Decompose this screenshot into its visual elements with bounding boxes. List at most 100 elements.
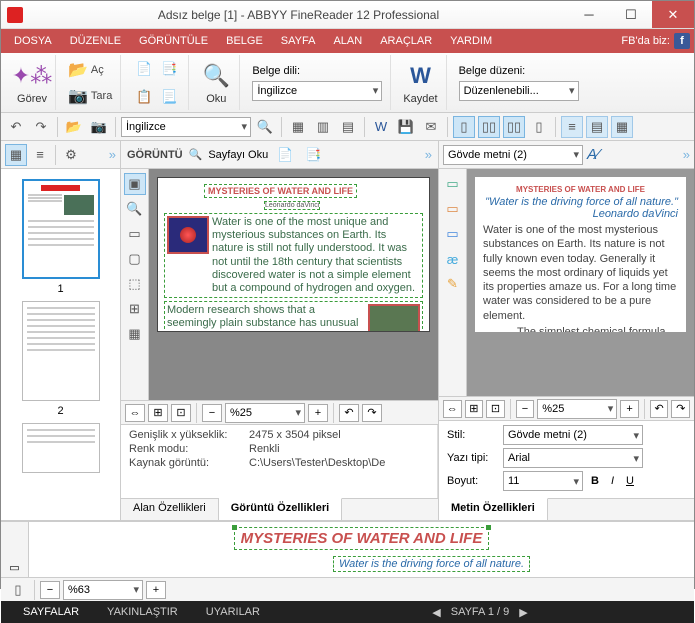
read-tb-button[interactable]: 🔍	[254, 116, 276, 138]
r-fit-width[interactable]: ⇔	[443, 400, 462, 418]
tab-text-props[interactable]: Metin Özellikleri	[439, 498, 548, 520]
actual-size-btn[interactable]: ⊡	[171, 404, 191, 422]
r-zoom-combo[interactable]: %25	[537, 399, 617, 419]
list-view-btn[interactable]: ≡	[29, 144, 51, 166]
undo-button[interactable]: ↶	[5, 116, 27, 138]
r-fit-page[interactable]: ⊞	[465, 400, 484, 418]
expand-left-icon[interactable]: »	[109, 147, 116, 162]
doclang-combo[interactable]: İngilizce	[252, 81, 382, 101]
tool-area-1[interactable]: ▭	[124, 223, 146, 245]
task-icon[interactable]: ✦⁂	[17, 61, 47, 91]
image-viewport[interactable]: MYSTERIES OF WATER AND LIFE Leonardo daV…	[149, 169, 438, 400]
r-rotate-r[interactable]: ↷	[671, 400, 690, 418]
page-author-box[interactable]: Leonardo daVinci	[264, 201, 320, 210]
rotate-right-btn[interactable]: ↷	[362, 404, 382, 422]
image-block-1[interactable]	[167, 216, 209, 254]
bottom-tool[interactable]: ▭	[9, 561, 19, 574]
status-zoom[interactable]: YAKINLAŞTIR	[93, 606, 192, 618]
page-next[interactable]: ▶	[519, 606, 527, 619]
zoom-in-btn[interactable]: +	[308, 404, 328, 422]
scan-button[interactable]: 📷Tara	[68, 86, 112, 106]
zoom-title[interactable]: MYSTERIES OF WATER AND LIFE	[234, 527, 490, 550]
menu-view[interactable]: GÖRÜNTÜLE	[130, 29, 217, 53]
readpage-label[interactable]: Sayfayı Oku	[208, 149, 268, 161]
rtool-5[interactable]: ✎	[442, 273, 464, 295]
scan-tb-button[interactable]: 📷	[88, 116, 110, 138]
style-combo[interactable]: Gövde metni (2)	[503, 425, 643, 445]
maximize-button[interactable]: ☐	[610, 1, 652, 28]
ribbon-tool-2[interactable]: 📑	[158, 58, 180, 80]
save-btn-2[interactable]: 💾	[395, 116, 417, 138]
bold-btn[interactable]: B	[587, 475, 603, 487]
ribbon-tool-1[interactable]: 📄	[133, 58, 155, 80]
font-style-icon[interactable]: A⁄	[587, 146, 600, 163]
thumbnail-3[interactable]	[22, 423, 100, 473]
ribbon-tool-3[interactable]: 📋	[133, 86, 155, 108]
text-block-1[interactable]: Water is one of the most unique and myst…	[164, 213, 423, 298]
thumb-view-btn[interactable]: ▦	[5, 144, 27, 166]
save-word-icon[interactable]: W	[405, 61, 435, 91]
page-prev[interactable]: ◀	[432, 606, 440, 619]
pane-btn-2[interactable]: ▤	[586, 116, 608, 138]
expand-mid-icon[interactable]: »	[425, 147, 432, 162]
expand-right-icon[interactable]: »	[683, 147, 690, 162]
pane-btn-3[interactable]: ▦	[611, 116, 633, 138]
menu-area[interactable]: ALAN	[324, 29, 371, 53]
layout-combo[interactable]: Düzenlenebili...	[459, 81, 579, 101]
open-button[interactable]: 📂Aç	[68, 60, 104, 80]
layout-btn-2[interactable]: ▥	[312, 116, 334, 138]
style-combo-hdr[interactable]: Gövde metni (2)	[443, 145, 583, 165]
tab-image-props[interactable]: Görüntü Özellikleri	[219, 498, 342, 520]
redo-button[interactable]: ↷	[30, 116, 52, 138]
rtool-2[interactable]: ▭	[442, 198, 464, 220]
thumbnail-2[interactable]	[22, 301, 100, 401]
thumbnail-1[interactable]	[22, 179, 100, 279]
zoom-combo[interactable]: %25	[225, 403, 305, 423]
fit-page-btn[interactable]: ⊞	[148, 404, 168, 422]
r-zoom-out[interactable]: −	[516, 400, 535, 418]
ribbon-tool-4[interactable]: 📃	[158, 86, 180, 108]
fit-width-btn[interactable]: ⇔	[125, 404, 145, 422]
bz-tool[interactable]: ▯	[7, 579, 29, 601]
menu-help[interactable]: YARDIM	[441, 29, 501, 53]
mid-tool-1[interactable]: 📄	[274, 144, 296, 166]
tb-lang-combo[interactable]: İngilizce	[121, 117, 251, 137]
zoom-out-btn[interactable]: −	[202, 404, 222, 422]
zoom-pane[interactable]: MYSTERIES OF WATER AND LIFE Water is the…	[29, 521, 694, 578]
rotate-left-btn[interactable]: ↶	[339, 404, 359, 422]
tool-area-3[interactable]: ⬚	[124, 273, 146, 295]
close-button[interactable]: ✕	[652, 1, 694, 28]
view-btn-1[interactable]: ▯	[453, 116, 475, 138]
menu-edit[interactable]: DÜZENLE	[61, 29, 130, 53]
underline-btn[interactable]: U	[622, 475, 638, 487]
read-icon[interactable]: 🔍	[201, 61, 231, 91]
pane-btn-1[interactable]: ≡	[561, 116, 583, 138]
r-actual[interactable]: ⊡	[486, 400, 505, 418]
view-btn-4[interactable]: ▯	[528, 116, 550, 138]
font-combo[interactable]: Arial	[503, 448, 643, 468]
bz-combo[interactable]: %63	[63, 580, 143, 600]
minimize-button[interactable]: ─	[568, 1, 610, 28]
status-warn[interactable]: UYARILAR	[192, 606, 274, 618]
rtool-4[interactable]: æ	[442, 248, 464, 270]
bz-in[interactable]: +	[146, 581, 166, 599]
open-folder-button[interactable]: 📂	[63, 116, 85, 138]
mail-btn[interactable]: ✉	[420, 116, 442, 138]
text-viewport[interactable]: MYSTERIES OF WATER AND LIFE "Water is th…	[467, 169, 694, 396]
page-title-box[interactable]: MYSTERIES OF WATER AND LIFE	[204, 184, 357, 198]
zoom-subtitle[interactable]: Water is the driving force of all nature…	[333, 556, 530, 572]
bz-out[interactable]: −	[40, 581, 60, 599]
tool-area-2[interactable]: ▢	[124, 248, 146, 270]
mid-tool-2[interactable]: 📑	[302, 144, 324, 166]
layout-btn-3[interactable]: ▤	[337, 116, 359, 138]
rtool-1[interactable]: ▭	[442, 173, 464, 195]
status-pages[interactable]: SAYFALAR	[9, 606, 93, 618]
r-rotate-l[interactable]: ↶	[650, 400, 669, 418]
text-block-2[interactable]: Modern research shows that a seemingly p…	[164, 301, 423, 332]
tool-zoom[interactable]: 🔍	[124, 198, 146, 220]
thumb-settings-btn[interactable]: ⚙	[60, 144, 82, 166]
menu-doc[interactable]: BELGE	[217, 29, 272, 53]
tool-area-4[interactable]: ⊞	[124, 298, 146, 320]
size-combo[interactable]: 11	[503, 471, 583, 491]
rtool-3[interactable]: ▭	[442, 223, 464, 245]
